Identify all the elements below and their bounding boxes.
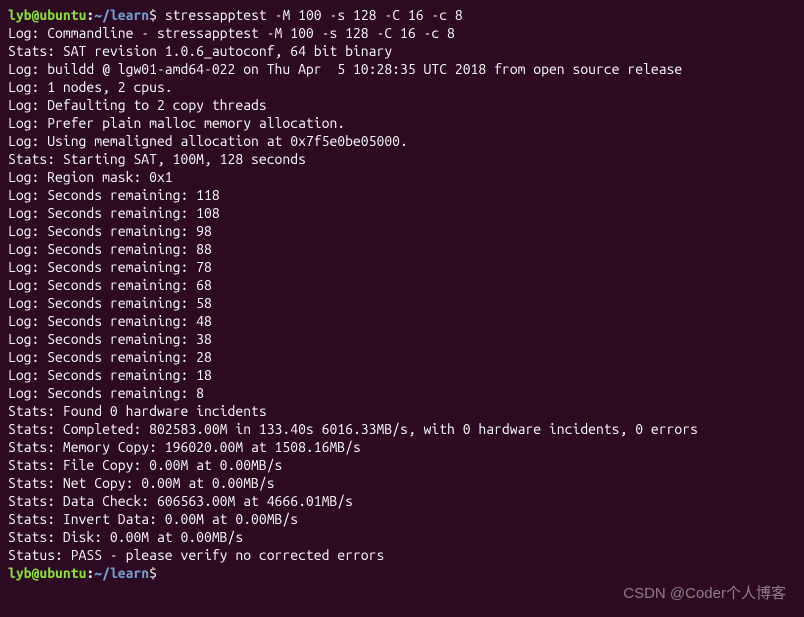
prompt-user: lyb: [8, 7, 32, 23]
output-line: Status: PASS - please verify no correcte…: [8, 546, 796, 564]
prompt-user: lyb: [8, 565, 32, 581]
output-line: Stats: Disk: 0.00M at 0.00MB/s: [8, 528, 796, 546]
output-line: Stats: Completed: 802583.00M in 133.40s …: [8, 420, 796, 438]
output-line: Log: Seconds remaining: 8: [8, 384, 796, 402]
prompt-host: ubuntu: [39, 565, 86, 581]
output-block: Log: Commandline - stressapptest -M 100 …: [8, 24, 796, 564]
prompt-line-1: lyb@ubuntu:~/learn$ stressapptest -M 100…: [8, 6, 796, 24]
output-line: Log: Seconds remaining: 48: [8, 312, 796, 330]
output-line: Log: Seconds remaining: 38: [8, 330, 796, 348]
output-line: Log: Region mask: 0x1: [8, 168, 796, 186]
output-line: Log: Seconds remaining: 28: [8, 348, 796, 366]
output-line: Stats: Net Copy: 0.00M at 0.00MB/s: [8, 474, 796, 492]
output-line: Log: Seconds remaining: 58: [8, 294, 796, 312]
prompt-path: ~/learn: [94, 565, 149, 581]
output-line: Stats: Starting SAT, 100M, 128 seconds: [8, 150, 796, 168]
terminal-window[interactable]: lyb@ubuntu:~/learn$ stressapptest -M 100…: [0, 0, 804, 617]
output-line: Stats: Invert Data: 0.00M at 0.00MB/s: [8, 510, 796, 528]
command-text: stressapptest -M 100 -s 128 -C 16 -c 8: [165, 7, 463, 23]
output-line: Log: Using memaligned allocation at 0x7f…: [8, 132, 796, 150]
output-line: Log: Defaulting to 2 copy threads: [8, 96, 796, 114]
prompt-line-2[interactable]: lyb@ubuntu:~/learn$: [8, 564, 796, 582]
output-line: Log: Seconds remaining: 18: [8, 366, 796, 384]
output-line: Log: Seconds remaining: 118: [8, 186, 796, 204]
output-line: Log: Seconds remaining: 98: [8, 222, 796, 240]
prompt-dollar: $: [149, 7, 165, 23]
output-line: Stats: Data Check: 606563.00M at 4666.01…: [8, 492, 796, 510]
prompt-dollar: $: [149, 565, 165, 581]
prompt-path: ~/learn: [94, 7, 149, 23]
output-line: Log: 1 nodes, 2 cpus.: [8, 78, 796, 96]
output-line: Log: Seconds remaining: 78: [8, 258, 796, 276]
prompt-host: ubuntu: [39, 7, 86, 23]
output-line: Log: Commandline - stressapptest -M 100 …: [8, 24, 796, 42]
output-line: Log: Seconds remaining: 108: [8, 204, 796, 222]
output-line: Stats: Found 0 hardware incidents: [8, 402, 796, 420]
watermark-text: CSDN @Coder个人博客: [623, 585, 786, 603]
output-line: Log: Seconds remaining: 68: [8, 276, 796, 294]
output-line: Log: Prefer plain malloc memory allocati…: [8, 114, 796, 132]
output-line: Stats: SAT revision 1.0.6_autoconf, 64 b…: [8, 42, 796, 60]
output-line: Stats: File Copy: 0.00M at 0.00MB/s: [8, 456, 796, 474]
output-line: Log: Seconds remaining: 88: [8, 240, 796, 258]
output-line: Log: buildd @ lgw01-amd64-022 on Thu Apr…: [8, 60, 796, 78]
output-line: Stats: Memory Copy: 196020.00M at 1508.1…: [8, 438, 796, 456]
